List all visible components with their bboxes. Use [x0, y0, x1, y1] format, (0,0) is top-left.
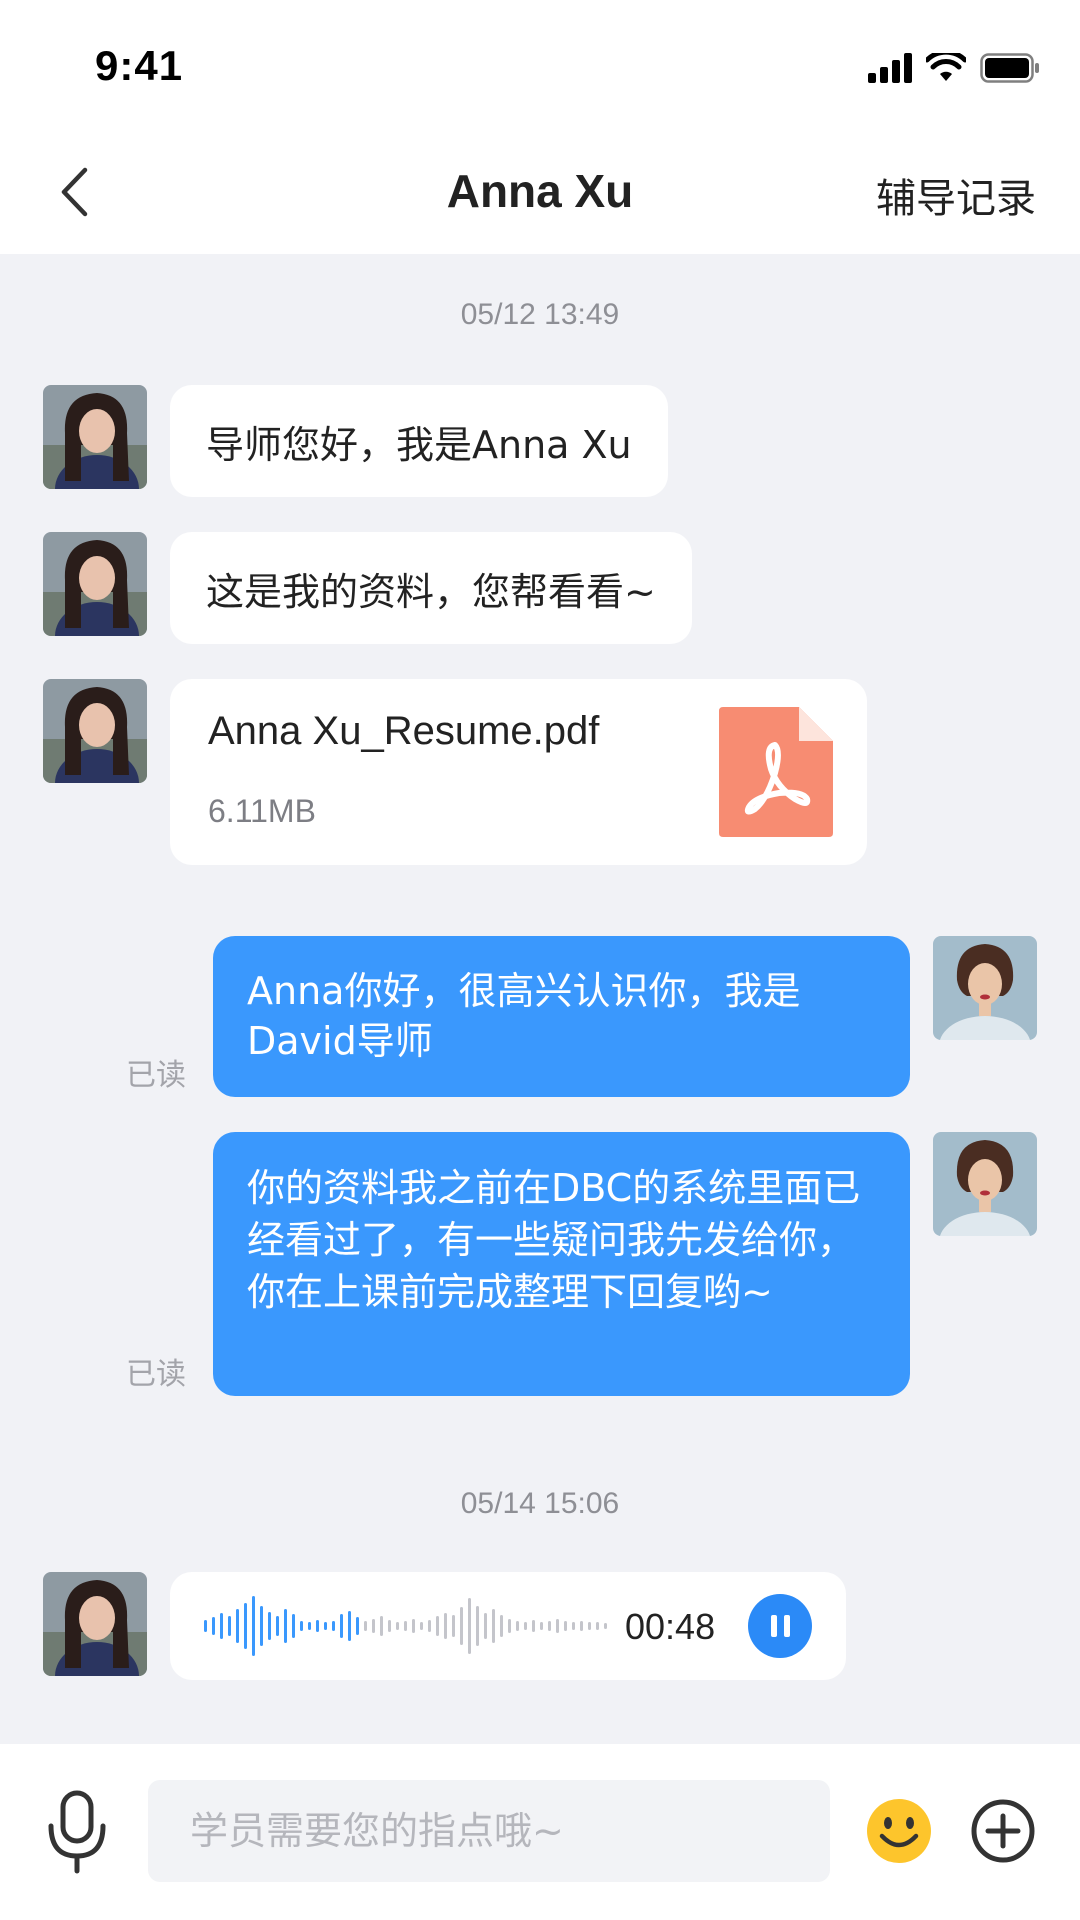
waveform-bar: [588, 1622, 591, 1630]
waveform-bar: [404, 1621, 407, 1631]
waveform-bar: [388, 1620, 391, 1632]
waveform-bar: [484, 1613, 487, 1639]
microphone-icon: [48, 1790, 106, 1874]
pdf-file-icon: [719, 707, 833, 837]
status-time: 9:41: [95, 42, 184, 89]
waveform-bar: [332, 1621, 335, 1631]
file-size: 6.11MB: [208, 793, 316, 829]
waveform-bar: [412, 1619, 415, 1633]
battery-icon: [980, 53, 1039, 83]
smiley-icon: [867, 1799, 931, 1863]
voice-message[interactable]: 00:48: [170, 1572, 846, 1680]
waveform-bar: [252, 1596, 255, 1656]
plus-circle-icon: [971, 1799, 1035, 1863]
message-bubble-outgoing[interactable]: Anna你好，很高兴认识你，我是David导师: [213, 936, 910, 1097]
tutoring-records-button[interactable]: 辅导记录: [876, 166, 1036, 224]
waveform-bar: [572, 1622, 575, 1630]
timestamp: 05/12 13:49: [460, 298, 620, 331]
waveform-bar: [468, 1598, 471, 1654]
message-input[interactable]: [148, 1780, 830, 1882]
waveform-bar: [260, 1606, 263, 1646]
waveform-bar: [236, 1609, 239, 1643]
signal-icon: [868, 53, 912, 83]
waveform-bar: [228, 1616, 231, 1636]
waveform-bar: [580, 1621, 583, 1631]
waveform-bar: [284, 1609, 287, 1643]
waveform-bar: [348, 1611, 351, 1641]
waveform-bar: [524, 1622, 527, 1630]
waveform-bar: [436, 1616, 439, 1636]
waveform-bar: [460, 1607, 463, 1645]
waveform-bar: [220, 1613, 223, 1639]
timestamp: 05/14 15:06: [460, 1487, 620, 1520]
waveform-bar: [516, 1621, 519, 1631]
waveform-bar: [452, 1615, 455, 1637]
waveform-bar: [372, 1619, 375, 1633]
input-bar: [0, 1744, 1080, 1920]
waveform-bar: [444, 1613, 447, 1639]
pause-button[interactable]: [748, 1594, 812, 1658]
wifi-icon: [926, 53, 966, 81]
waveform-bar: [508, 1619, 511, 1633]
read-receipt: 已读: [126, 1058, 186, 1093]
message-bubble[interactable]: 导师您好，我是Anna Xu: [170, 385, 668, 497]
waveform-bar: [548, 1621, 551, 1631]
waveform-bar: [204, 1620, 207, 1632]
file-name: Anna Xu_Resume.pdf: [208, 709, 600, 753]
audio-waveform-icon: [204, 1596, 607, 1656]
waveform-bar: [212, 1617, 215, 1635]
waveform-bar: [300, 1621, 303, 1631]
waveform-bar: [540, 1622, 543, 1630]
waveform-bar: [316, 1620, 319, 1632]
avatar[interactable]: [43, 385, 147, 489]
waveform-bar: [500, 1615, 503, 1637]
avatar[interactable]: [933, 936, 1037, 1040]
waveform-bar: [476, 1606, 479, 1646]
nav-bar: Anna Xu 辅导记录: [0, 132, 1080, 254]
waveform-bar: [292, 1614, 295, 1638]
avatar[interactable]: [933, 1132, 1037, 1236]
waveform-bar: [308, 1622, 311, 1630]
avatar[interactable]: [43, 679, 147, 783]
waveform-bar: [356, 1617, 359, 1635]
waveform-bar: [244, 1603, 247, 1649]
emoji-button[interactable]: [866, 1798, 932, 1868]
waveform-bar: [396, 1622, 399, 1630]
read-receipt: 已读: [126, 1357, 186, 1392]
waveform-bar: [380, 1616, 383, 1636]
waveform-bar: [532, 1620, 535, 1632]
waveform-bar: [556, 1619, 559, 1633]
message-bubble[interactable]: 这是我的资料，您帮看看~: [170, 532, 692, 644]
waveform-bar: [596, 1622, 599, 1630]
status-icons: [868, 48, 1040, 88]
pause-icon: [770, 1615, 777, 1637]
waveform-bar: [324, 1622, 327, 1630]
waveform-bar: [276, 1616, 279, 1636]
waveform-bar: [268, 1612, 271, 1640]
waveform-bar: [604, 1623, 607, 1629]
waveform-bar: [564, 1621, 567, 1631]
waveform-bar: [340, 1614, 343, 1638]
waveform-bar: [420, 1622, 423, 1630]
file-message[interactable]: Anna Xu_Resume.pdf 6.11MB: [170, 679, 867, 865]
voice-duration: 00:48: [625, 1606, 716, 1647]
avatar[interactable]: [43, 1572, 147, 1676]
status-bar: 9:41: [0, 0, 1080, 132]
waveform-bar: [492, 1609, 495, 1643]
chat-area[interactable]: 05/12 13:49 导师您好，我是Anna Xu 这是我的资料，您帮看看~: [0, 254, 1080, 1744]
avatar[interactable]: [43, 532, 147, 636]
voice-input-button[interactable]: [46, 1790, 108, 1878]
waveform-bar: [428, 1620, 431, 1632]
waveform-bar: [364, 1621, 367, 1631]
add-attachment-button[interactable]: [970, 1798, 1036, 1868]
message-bubble-outgoing[interactable]: 你的资料我之前在DBC的系统里面已经看过了，有一些疑问我先发给你，你在上课前完成…: [213, 1132, 910, 1396]
